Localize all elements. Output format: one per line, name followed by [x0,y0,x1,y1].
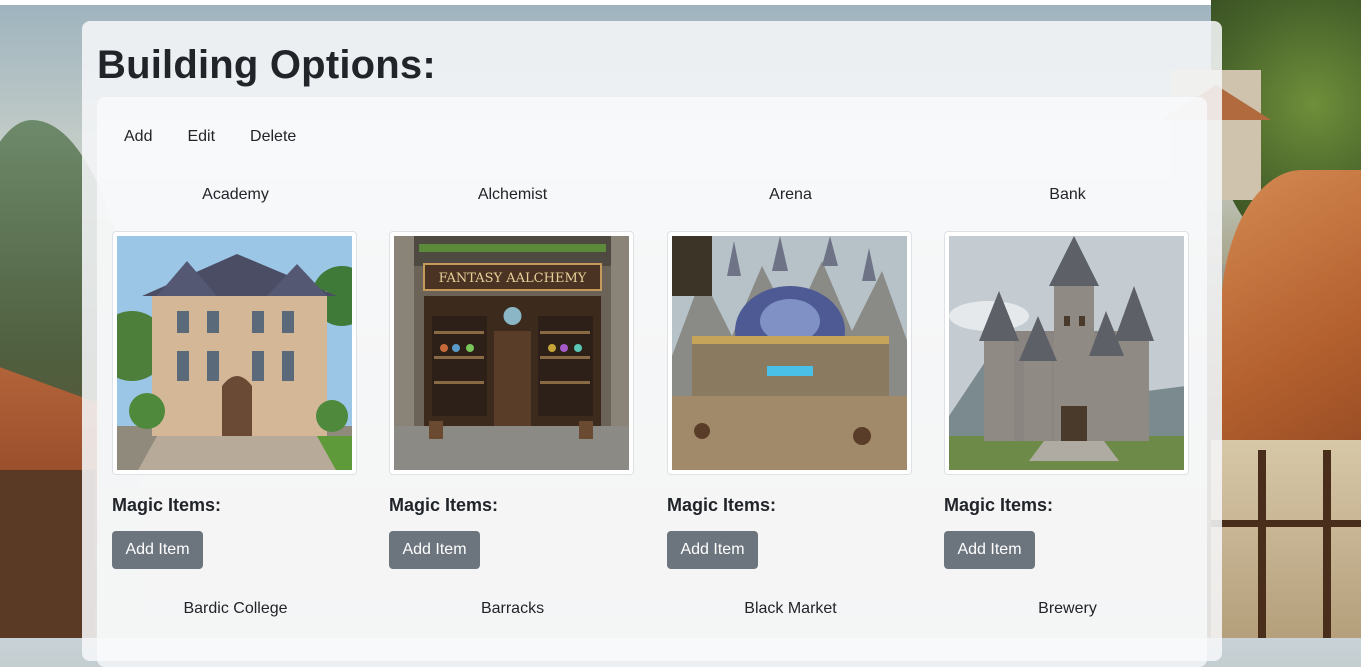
delete-button[interactable]: Delete [238,125,308,149]
bank-image [949,236,1184,470]
add-item-button[interactable]: Add Item [389,531,480,569]
alchemist-image: FANTASY AALCHEMY [394,236,629,470]
toolbar: Add Edit Delete [112,125,319,149]
building-name: Arena [769,186,812,203]
building-image-frame[interactable]: FANTASY AALCHEMY [389,231,634,475]
magic-items-label: Magic Items: [944,495,1054,515]
academy-image [117,236,352,470]
shop-sign-text: FANTASY AALCHEMY [439,271,587,286]
building-name: Brewery [1038,600,1097,617]
add-button[interactable]: Add [112,125,164,149]
building-image-frame[interactable] [667,231,912,475]
magic-items-label: Magic Items: [667,495,777,515]
building-options-panel: Building Options: Add Edit Delete Academ… [82,21,1222,667]
building-list-container: Add Edit Delete Academy Magic Items: Add… [97,97,1207,667]
building-name: Academy [202,186,269,203]
building-name: Bank [1049,186,1086,203]
magic-items-label: Magic Items: [389,495,499,515]
building-image-frame[interactable] [112,231,357,475]
add-item-button[interactable]: Add Item [944,531,1035,569]
building-name: Black Market [744,600,837,617]
building-name: Barracks [480,600,545,617]
building-name: Alchemist [477,186,548,203]
arena-image [672,236,907,470]
add-item-button[interactable]: Add Item [112,531,203,569]
building-name: Bardic College [183,600,288,617]
edit-button[interactable]: Edit [175,125,227,149]
magic-items-label: Magic Items: [112,495,222,515]
add-item-button[interactable]: Add Item [667,531,758,569]
building-image-frame[interactable] [944,231,1189,475]
page-title: Building Options: [97,43,436,87]
